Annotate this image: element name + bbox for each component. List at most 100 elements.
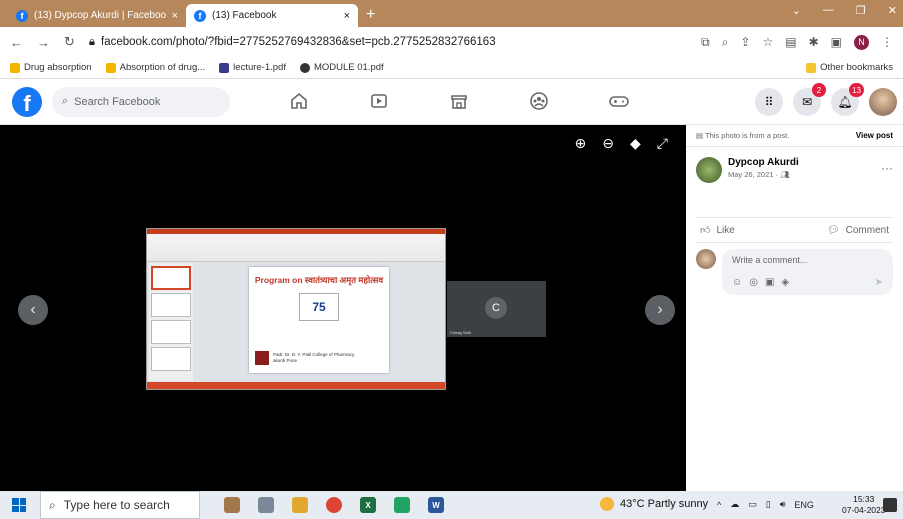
send-icon[interactable]: ➤ (875, 277, 883, 288)
minimize-button[interactable]: — (823, 4, 834, 17)
window-controls: ⌄ — ❐ ✕ (792, 4, 897, 17)
bookmark-module-01[interactable]: MODULE 01.pdf (299, 62, 384, 73)
partly-sunny-icon (600, 497, 614, 511)
reading-list-icon[interactable]: ▤ (785, 35, 796, 49)
extensions-icon[interactable]: ✱ (809, 35, 819, 49)
tab-close-icon[interactable]: × (172, 10, 178, 22)
close-window-button[interactable]: ✕ (888, 4, 897, 17)
url-field[interactable]: 🔒︎ facebook.com/photo/?fbid=277525276943… (89, 36, 687, 49)
bookmark-lecture-1[interactable]: lecture-1.pdf (219, 62, 286, 73)
menu-kebab-icon[interactable]: ⋮ (881, 35, 893, 49)
chevron-right-icon: › (657, 301, 663, 318)
menu-grid-button[interactable]: ⠿ (755, 88, 783, 116)
task-view-icon[interactable] (258, 497, 274, 513)
facebook-nav (285, 87, 633, 115)
marketplace-icon[interactable] (445, 87, 473, 115)
bookmark-drug-absorption[interactable]: Drug absorption (10, 62, 92, 73)
comment-input[interactable]: Write a comment... ☺ ◎ ▣ ◈ ➤ (722, 249, 893, 295)
tab-close-icon[interactable]: × (344, 10, 350, 22)
zoom-icon[interactable]: ⌕ (722, 35, 729, 50)
thumbs-up-icon: 👍︎ (700, 225, 711, 236)
ppt-statusbar (147, 382, 445, 389)
chrome-icon[interactable] (326, 497, 342, 513)
like-button[interactable]: 👍︎ Like (700, 224, 735, 237)
camera-icon[interactable]: ◎ (749, 277, 758, 288)
chevron-up-icon[interactable]: ^ (717, 500, 721, 510)
taskbar-search-input[interactable]: ⌕ Type here to search (40, 491, 200, 519)
network-icon[interactable]: ▭ (748, 499, 757, 510)
notification-center-icon[interactable] (883, 498, 897, 512)
new-tab-button[interactable]: + (366, 6, 375, 24)
cloud-icon[interactable]: ☁ (730, 499, 739, 510)
notifications-badge: 13 (849, 83, 864, 97)
back-arrow-icon[interactable]: ← (10, 35, 23, 50)
other-bookmarks[interactable]: Other bookmarks (806, 62, 893, 73)
comment-button[interactable]: 💬︎ Comment (827, 224, 889, 236)
more-options-button[interactable]: ··· (881, 161, 893, 175)
messenger-badge: 2 (812, 83, 826, 97)
install-icon[interactable]: ⧉ (701, 35, 710, 50)
tag-icon[interactable]: ◆ (630, 135, 641, 152)
search-icon: ⌕ (49, 497, 56, 512)
post-actions: 👍︎ Like 💬︎ Comment (696, 217, 893, 243)
from-post-bar: ▤ This photo is from a post. View post (686, 125, 903, 147)
globe-icon (299, 62, 310, 73)
forward-arrow-icon[interactable]: → (37, 35, 50, 50)
profile-avatar[interactable]: N (854, 34, 869, 50)
tab-title: (13) Facebook (212, 10, 277, 21)
bookmark-icon (10, 62, 20, 73)
messenger-icon: ✉ (801, 95, 813, 109)
gaming-icon[interactable] (605, 87, 633, 115)
emoji-icon[interactable]: ☺ (732, 277, 742, 288)
windows-start-icon[interactable] (12, 498, 26, 512)
ppt-slide-thumbnails (149, 263, 193, 381)
volume-icon[interactable]: 🔊︎ (780, 499, 786, 510)
ppt-slide: Program on स्वातंत्र्याचा अमृत महोत्सव 7… (249, 267, 389, 373)
taskbar-clock[interactable]: 15:33 07-04-2023 (842, 494, 885, 516)
zoom-in-icon[interactable]: ⊕ (575, 135, 587, 152)
star-icon[interactable]: ☆ (762, 35, 773, 49)
groups-icon[interactable] (525, 87, 553, 115)
watch-icon[interactable] (365, 87, 393, 115)
windows-taskbar: ⌕ Type here to search X W 43°C Partly su… (0, 491, 903, 519)
battery-icon[interactable]: ▯ (766, 499, 771, 510)
facebook-logo[interactable]: f (12, 86, 42, 117)
share-icon[interactable]: ⇪ (740, 35, 750, 49)
language-indicator[interactable]: ENG (794, 500, 814, 510)
post-date[interactable]: May 26, 2021 · 👥︎ (728, 170, 799, 179)
fullscreen-icon[interactable]: ⤢ (657, 135, 668, 152)
facebook-header-actions: ⠿ ✉ 2 🔔︎ 13 (755, 83, 897, 116)
sticker-icon[interactable]: ◈ (781, 277, 789, 288)
photo-viewer: ⊕ ⊖ ◆ ⤢ ‹ › Program on स्वातंत्र्याचा अम… (0, 125, 686, 491)
account-avatar[interactable] (869, 88, 897, 116)
app-icon[interactable] (394, 497, 410, 513)
messenger-button[interactable]: ✉ 2 (793, 83, 826, 116)
gif-icon[interactable]: ▣ (765, 277, 774, 288)
zoom-out-icon[interactable]: ⊖ (602, 135, 614, 152)
facebook-header: f ⌕ Search Facebook ⠿ ✉ 2 🔔︎ 13 (0, 79, 903, 125)
home-icon[interactable] (285, 87, 313, 115)
author-avatar[interactable] (696, 157, 722, 183)
file-explorer-icon[interactable] (292, 497, 308, 513)
bookmark-absorption-of-drug[interactable]: Absorption of drug... (105, 62, 205, 73)
maximize-button[interactable]: ❐ (856, 4, 866, 17)
from-post-text: ▤ This photo is from a post. (696, 131, 790, 140)
squirrel-widget-icon[interactable] (224, 497, 240, 513)
tab-facebook[interactable]: f (13) Facebook × (186, 4, 358, 27)
word-icon[interactable]: W (428, 497, 444, 513)
facebook-search-input[interactable]: ⌕ Search Facebook (52, 86, 230, 117)
photo-image: Program on स्वातंत्र्याचा अमृत महोत्सव 7… (146, 228, 446, 390)
previous-photo-button[interactable]: ‹ (18, 295, 48, 325)
ppt-ribbon (147, 229, 445, 262)
tab-dypcop[interactable]: f (13) Dypcop Akurdi | Facebook × (8, 4, 186, 27)
chevron-down-icon[interactable]: ⌄ (792, 4, 801, 17)
sidebar-icon[interactable]: ▣ (831, 35, 842, 49)
comment-tools: ☺ ◎ ▣ ◈ (732, 277, 789, 288)
view-post-link[interactable]: View post (856, 131, 893, 140)
excel-icon[interactable]: X (360, 497, 376, 513)
author-name[interactable]: Dypcop Akurdi (728, 157, 799, 168)
next-photo-button[interactable]: › (645, 295, 675, 325)
notifications-button[interactable]: 🔔︎ 13 (831, 83, 864, 116)
reload-icon[interactable]: ↻ (64, 34, 75, 50)
weather-widget[interactable]: 43°C Partly sunny (600, 497, 708, 511)
